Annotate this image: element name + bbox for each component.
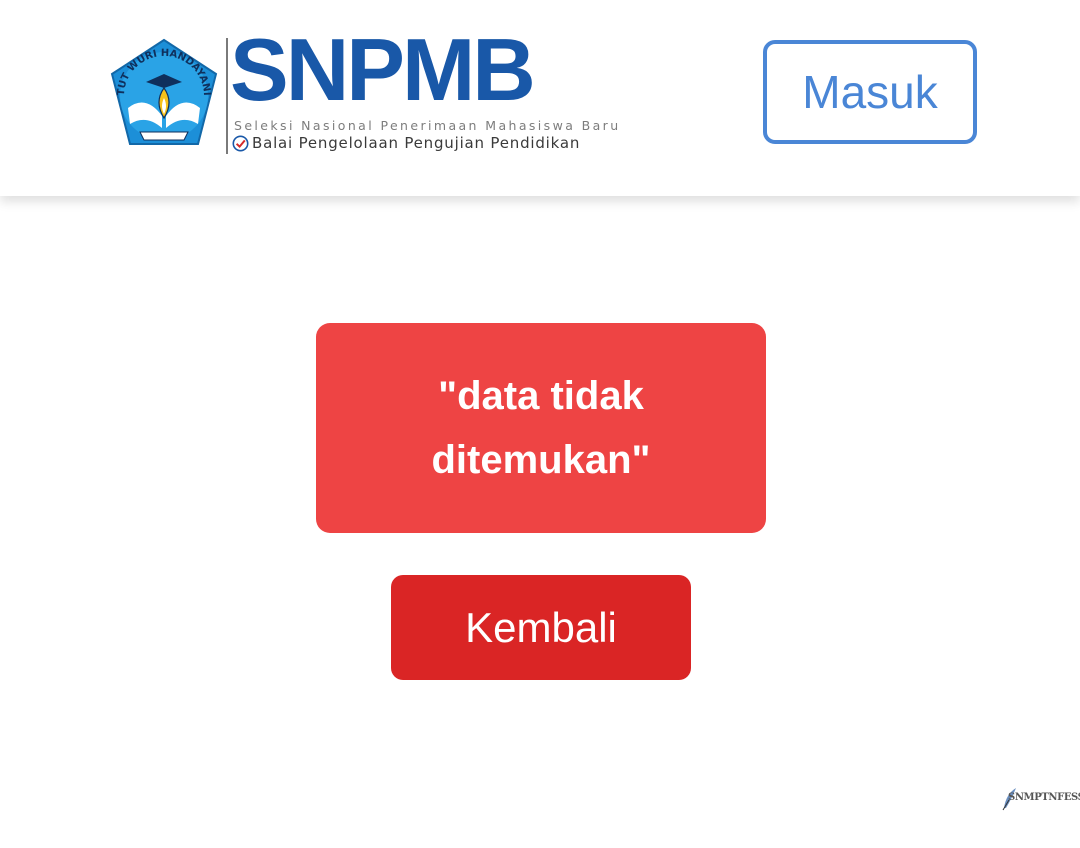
watermark: SNMPTNFESS (1000, 786, 1080, 816)
logo-tagline: Seleksi Nasional Penerimaan Mahasiswa Ba… (234, 118, 621, 133)
logo-subtitle-row: Balai Pengelolaan Pengujian Pendidikan (232, 134, 580, 152)
logo-wordmark: SNPMB (230, 20, 536, 119)
tut-wuri-handayani-emblem-icon: TUT WURI HANDAYANI (110, 38, 218, 145)
site-header: TUT WURI HANDAYANI SNPMB Seleksi Nasiona… (0, 0, 1080, 196)
error-alert: "data tidak ditemukan" (316, 323, 766, 533)
error-message: "data tidak ditemukan" (431, 374, 651, 482)
watermark-text: SNMPTNFESS (1008, 792, 1080, 803)
snpmb-logo[interactable]: TUT WURI HANDAYANI SNPMB Seleksi Nasiona… (106, 26, 618, 156)
login-button[interactable]: Masuk (763, 40, 977, 144)
logo-divider (226, 38, 228, 154)
check-circle-icon (232, 135, 249, 151)
logo-subtitle: Balai Pengelolaan Pengujian Pendidikan (252, 134, 581, 152)
back-button[interactable]: Kembali (391, 575, 691, 680)
